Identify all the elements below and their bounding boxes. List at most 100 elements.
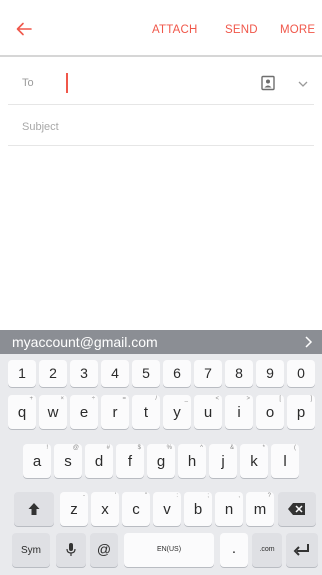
compose-toolbar: ATTACH SEND MORE — [0, 0, 322, 57]
key-t[interactable]: t / — [132, 395, 160, 429]
key-b[interactable]: b; — [184, 492, 212, 526]
to-label: To — [22, 77, 34, 89]
key-label: 3 — [80, 365, 88, 381]
key-u[interactable]: u < — [194, 395, 222, 429]
key-label: e — [79, 404, 89, 421]
key-hint: [ — [279, 396, 281, 402]
key-num-9[interactable]: 9 — [256, 360, 284, 387]
message-body[interactable] — [8, 147, 314, 328]
suggestion-bar: myaccount@gmail.com — [0, 330, 322, 354]
key-l[interactable]: l( — [271, 444, 299, 478]
voice-key[interactable] — [56, 533, 86, 567]
contact-picker-icon — [261, 75, 275, 91]
more-button[interactable]: MORE — [280, 24, 315, 36]
key-hint: $ — [137, 445, 141, 451]
key-p[interactable]: p] — [287, 395, 315, 429]
key-hint: ; — [207, 493, 209, 499]
key-hint: * — [262, 445, 265, 451]
key-f[interactable]: f $ — [116, 444, 144, 478]
key-label: m — [253, 501, 267, 518]
key-o[interactable]: o[ — [256, 395, 284, 429]
key-num-8[interactable]: 8 — [225, 360, 253, 387]
dotcom-key[interactable]: .com — [252, 533, 282, 567]
key-label: p — [296, 404, 306, 421]
key-k[interactable]: k * — [240, 444, 268, 478]
key-hint: ^ — [200, 445, 203, 451]
key-g[interactable]: g% — [147, 444, 175, 478]
key-label: i — [237, 404, 241, 421]
key-d[interactable]: d # — [85, 444, 113, 478]
key-r[interactable]: r = — [101, 395, 129, 429]
key-hint: × — [60, 396, 64, 402]
key-num-0[interactable]: 0 — [287, 360, 315, 387]
key-num-5[interactable]: 5 — [132, 360, 160, 387]
key-num-7[interactable]: 7 — [194, 360, 222, 387]
key-m[interactable]: m? — [246, 492, 274, 526]
key-label: y — [173, 404, 181, 421]
key-c[interactable]: c " — [122, 492, 150, 526]
key-hint: _ — [184, 396, 188, 402]
contact-picker-button[interactable] — [260, 75, 276, 91]
key-n[interactable]: n, — [215, 492, 243, 526]
key-hint: # — [106, 445, 110, 451]
attach-button[interactable]: ATTACH — [152, 24, 198, 36]
key-e[interactable]: e ÷ — [70, 395, 98, 429]
key-hint: ] — [310, 396, 312, 402]
key-label: v — [163, 501, 171, 518]
key-label: z — [70, 501, 78, 518]
key-hint: ' — [114, 493, 116, 499]
key-a[interactable]: a! — [23, 444, 51, 478]
at-key[interactable]: @ — [90, 533, 118, 567]
subject-input[interactable] — [22, 118, 292, 136]
space-key[interactable]: EN(US) — [124, 533, 214, 567]
key-hint: @ — [72, 445, 79, 451]
backspace-icon — [288, 503, 305, 515]
key-num-2[interactable]: 2 — [39, 360, 67, 387]
expand-recipients-button[interactable] — [296, 77, 310, 91]
keyboard: 1234567890 q + w × e ÷ r = t / y _ u < i > o[p] a! s @ d # f $… — [0, 354, 322, 575]
key-z[interactable]: z- — [60, 492, 88, 526]
key-hint: % — [166, 445, 172, 451]
key-label: 0 — [297, 365, 305, 381]
to-input[interactable] — [66, 73, 68, 93]
key-v[interactable]: v: — [153, 492, 181, 526]
key-label: 6 — [173, 365, 181, 381]
key-label: 2 — [49, 365, 57, 381]
key-label: w — [47, 404, 59, 421]
key-hint: ! — [46, 445, 48, 451]
key-j[interactable]: j & — [209, 444, 237, 478]
key-num-4[interactable]: 4 — [101, 360, 129, 387]
key-y[interactable]: y _ — [163, 395, 191, 429]
chevron-right-icon[interactable] — [302, 334, 314, 350]
email-suggestion[interactable]: myaccount@gmail.com — [12, 334, 158, 350]
key-num-1[interactable]: 1 — [8, 360, 36, 387]
key-label: u — [203, 404, 213, 421]
microphone-icon — [66, 543, 76, 556]
key-hint: , — [238, 493, 240, 499]
key-label: 5 — [142, 365, 150, 381]
key-x[interactable]: x ' — [91, 492, 119, 526]
key-hint: & — [229, 445, 234, 451]
key-num-3[interactable]: 3 — [70, 360, 98, 387]
key-num-6[interactable]: 6 — [163, 360, 191, 387]
enter-key[interactable] — [286, 533, 318, 567]
send-button[interactable]: SEND — [225, 24, 258, 36]
shift-arrow-icon — [28, 503, 40, 515]
key-label: n — [224, 501, 234, 518]
key-hint: > — [246, 396, 250, 402]
key-label: q — [17, 404, 27, 421]
key-w[interactable]: w × — [39, 395, 67, 429]
key-label: 8 — [235, 365, 243, 381]
backspace-key[interactable] — [278, 492, 316, 526]
key-hint: ÷ — [91, 396, 95, 402]
chevron-down-icon — [298, 81, 308, 87]
back-button[interactable] — [12, 14, 42, 44]
sym-key[interactable]: Sym — [12, 533, 50, 567]
period-key[interactable]: . — [220, 533, 248, 567]
key-label: d — [94, 453, 104, 470]
key-i[interactable]: i > — [225, 395, 253, 429]
key-h[interactable]: h ^ — [178, 444, 206, 478]
key-q[interactable]: q + — [8, 395, 36, 429]
key-s[interactable]: s @ — [54, 444, 82, 478]
shift-key[interactable] — [14, 492, 54, 526]
